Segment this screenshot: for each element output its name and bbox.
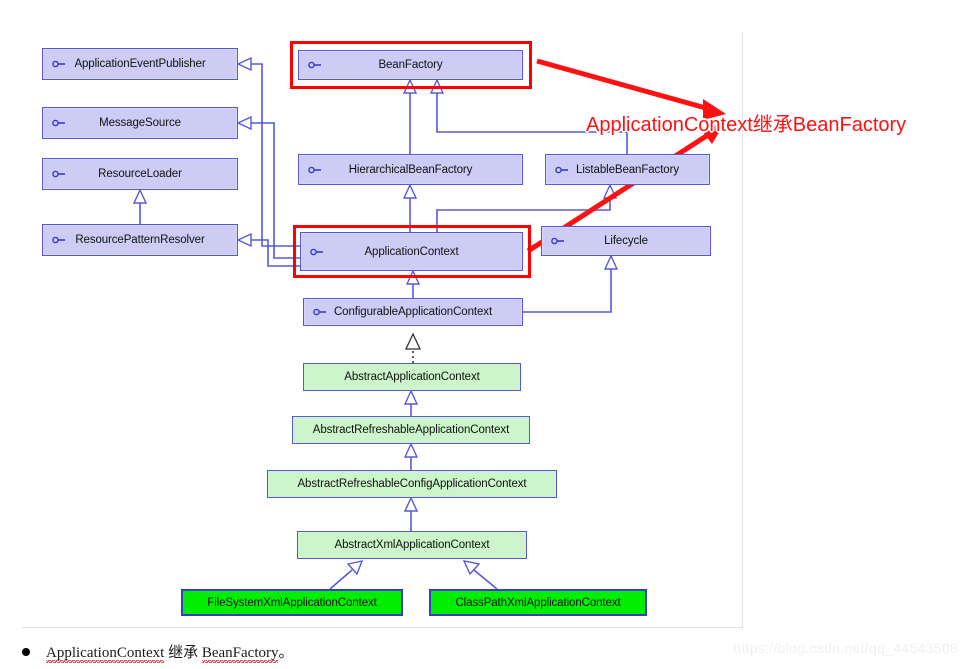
uml-node-label: AbstractApplicationContext: [344, 371, 480, 383]
caption-part-3: BeanFactory: [201, 645, 279, 663]
uml-node-abstractrefreshableconfigapplicationcontext[interactable]: AbstractRefreshableConfigApplicationCont…: [267, 470, 557, 498]
highlight-box-beanfactory: [290, 41, 532, 89]
uml-node-label: AbstractXmlApplicationContext: [334, 539, 490, 551]
uml-node-hierarchicalbeanfactory[interactable]: HierarchicalBeanFactory: [298, 154, 523, 185]
interface-lollipop-icon: [313, 308, 326, 316]
uml-node-label: ApplicationEventPublisher: [74, 58, 206, 70]
csdn-watermark: https://blog.csdn.net/qq_44543508: [733, 640, 958, 656]
uml-node-abstractrefreshableapplicationcontext[interactable]: AbstractRefreshableApplicationContext: [292, 416, 530, 444]
uml-node-label: FileSystemXmlApplicationContext: [207, 596, 377, 609]
uml-node-label: ClassPathXmlApplicationContext: [455, 596, 621, 609]
uml-node-label: Lifecycle: [604, 235, 648, 247]
interface-lollipop-icon: [52, 170, 65, 178]
caption-part-2: 继承: [164, 645, 202, 661]
uml-node-classpathxmlapplicationcontext[interactable]: ClassPathXmlApplicationContext: [429, 589, 647, 616]
uml-node-label: ResourcePatternResolver: [75, 234, 205, 246]
caption-part-1: ApplicationContext: [46, 645, 165, 663]
uml-node-abstractapplicationcontext[interactable]: AbstractApplicationContext: [303, 363, 521, 391]
interface-lollipop-icon: [551, 237, 564, 245]
uml-node-label: ResourceLoader: [98, 168, 182, 180]
uml-node-listablebeanfactory[interactable]: ListableBeanFactory: [545, 154, 710, 185]
red-annotation-text: ApplicationContext继承BeanFactory: [586, 114, 907, 136]
uml-node-abstractxmlapplicationcontext[interactable]: AbstractXmlApplicationContext: [297, 531, 527, 559]
uml-node-applicationeventpublisher[interactable]: ApplicationEventPublisher: [42, 48, 238, 80]
interface-lollipop-icon: [52, 236, 65, 244]
uml-node-label: MessageSource: [99, 117, 181, 129]
uml-node-label: ConfigurableApplicationContext: [333, 306, 493, 318]
uml-node-label: HierarchicalBeanFactory: [348, 163, 473, 176]
uml-node-resourcepatternresolver[interactable]: ResourcePatternResolver: [42, 224, 238, 256]
caption-part-4: 。: [278, 645, 294, 661]
uml-node-resourceloader[interactable]: ResourceLoader: [42, 158, 238, 190]
caption-text: ApplicationContext 继承 BeanFactory。: [46, 641, 294, 663]
interface-lollipop-icon: [52, 60, 65, 68]
uml-node-label: AbstractRefreshableApplicationContext: [312, 424, 510, 436]
uml-node-label: AbstractRefreshableConfigApplicationCont…: [297, 478, 527, 490]
interface-lollipop-icon: [52, 119, 65, 127]
bullet-point-icon: [22, 647, 30, 656]
interface-lollipop-icon: [308, 166, 321, 173]
uml-node-configurableapplicationcontext[interactable]: ConfigurableApplicationContext: [303, 298, 523, 326]
uml-node-messagesource[interactable]: MessageSource: [42, 107, 238, 139]
uml-node-filesystemxmlapplicationcontext[interactable]: FileSystemXmlApplicationContext: [181, 589, 403, 616]
uml-node-label: ListableBeanFactory: [576, 163, 679, 176]
highlight-box-applicationcontext: [293, 225, 531, 278]
uml-node-lifecycle[interactable]: Lifecycle: [541, 226, 711, 256]
interface-lollipop-icon: [555, 166, 568, 173]
screenshot-root: ApplicationEventPublisher MessageSource …: [0, 0, 966, 669]
